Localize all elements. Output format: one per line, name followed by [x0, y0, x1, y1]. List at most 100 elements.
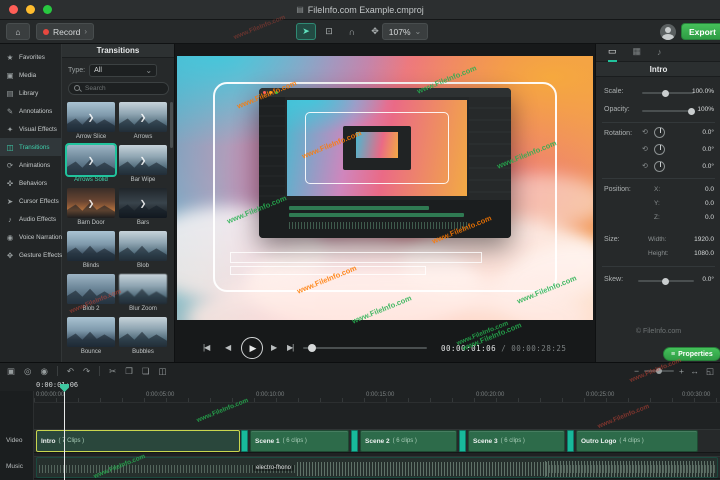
sidebar-item-transitions[interactable]: ◫ Transitions	[0, 138, 62, 156]
clip-scene-2[interactable]: Scene 2 ( 6 clips )	[360, 430, 457, 452]
canvas-zoom-dropdown[interactable]: 107% ⌄	[382, 23, 428, 40]
playhead[interactable]	[64, 384, 65, 480]
transition-label: Bars	[136, 220, 150, 226]
sidebar-item-favorites[interactable]: ★ Favorites	[0, 48, 62, 66]
clip-music[interactable]: electro-fhono	[36, 457, 718, 478]
skew-slider-handle[interactable]	[662, 277, 669, 285]
properties-tabs: ▭ ▦ ♪	[596, 44, 720, 62]
transition-item[interactable]: Bubbles	[119, 317, 167, 355]
timeline-zoom-slider[interactable]	[644, 368, 675, 374]
transition-item[interactable]: ❯ Arrows	[119, 102, 167, 140]
zoom-slider-handle[interactable]	[656, 368, 663, 374]
camera-icon[interactable]: ◎	[24, 366, 31, 377]
type-dropdown[interactable]: All ⌄	[89, 64, 158, 77]
cursor-effects-icon: ➤	[6, 196, 14, 206]
transition-item[interactable]: Blob	[119, 231, 167, 269]
transition-item[interactable]: Blob 2	[67, 274, 115, 312]
home-button[interactable]: ⌂	[6, 23, 30, 40]
sidebar-item-visual-effects[interactable]: ✦ Visual Effects	[0, 120, 62, 138]
account-avatar[interactable]	[660, 24, 676, 40]
fullscreen-window-button[interactable]	[43, 5, 52, 14]
scrubber-handle[interactable]	[308, 344, 316, 352]
zoom-fit-icon[interactable]: ↔	[690, 366, 699, 376]
sidebar-item-audio-effects[interactable]: ♪ Audio Effects	[0, 210, 62, 228]
play-button[interactable]: ▶	[241, 337, 263, 359]
search-input[interactable]	[85, 85, 165, 92]
screen-record-icon[interactable]: ▣	[7, 366, 15, 377]
position-x-value[interactable]: 0.0	[705, 186, 714, 193]
sidebar-item-behaviors[interactable]: ✜ Behaviors	[0, 174, 62, 192]
video-preview[interactable]	[177, 56, 593, 320]
properties-button[interactable]: ≡ Properties	[663, 347, 720, 361]
magnet-tool[interactable]: ∩	[342, 23, 362, 40]
transition-item[interactable]: Blinds	[67, 231, 115, 269]
tab-visual-properties[interactable]: ▭	[608, 44, 617, 62]
scale-slider[interactable]	[642, 89, 694, 97]
skew-slider[interactable]	[638, 277, 694, 285]
sidebar-item-cursor-effects[interactable]: ➤ Cursor Effects	[0, 192, 62, 210]
transition-item[interactable]: ❯ Barn Door	[67, 188, 115, 226]
transition-item[interactable]: Blur Zoom	[119, 274, 167, 312]
jump-to-start-button[interactable]: |◀	[203, 343, 210, 352]
sidebar-item-gesture-effects[interactable]: ✥ Gesture Effects	[0, 246, 62, 264]
sidebar-item-annotations[interactable]: ✎ Annotations	[0, 102, 62, 120]
transition-indicator[interactable]	[351, 430, 358, 452]
export-button[interactable]: Export ⌄	[681, 23, 720, 40]
rotation-dial-y[interactable]	[654, 144, 665, 155]
ruler-label: 0:00:20:00	[476, 392, 505, 398]
transition-item-selected[interactable]: ❯ Arrows Solid	[65, 143, 117, 183]
rotation-dial-z[interactable]	[654, 127, 665, 138]
transition-indicator[interactable]	[241, 430, 248, 452]
tab-media-properties[interactable]: ▦	[633, 44, 642, 62]
paste-button[interactable]: ❏	[142, 366, 150, 377]
cut-button[interactable]: ✂	[109, 366, 116, 377]
sidebar-item-media[interactable]: ▣ Media	[0, 66, 62, 84]
opacity-slider[interactable]	[642, 107, 695, 115]
timeline-ruler[interactable]: 0:00:00:00 0:00:05:00 0:00:10:00 0:00:15…	[34, 391, 720, 403]
clip-scene-1[interactable]: Scene 1 ( 6 clips )	[250, 430, 349, 452]
transition-item[interactable]: ❯ Bars	[119, 188, 167, 226]
opacity-slider-handle[interactable]	[688, 107, 695, 115]
detach-timeline-icon[interactable]: ◱	[706, 366, 714, 377]
transition-indicator[interactable]	[459, 430, 466, 452]
jump-to-end-button[interactable]: ▶|	[287, 343, 294, 352]
properties-icon: ≡	[671, 350, 676, 358]
clip-outro-logo[interactable]: Outro Logo ( 4 clips )	[576, 430, 698, 452]
redo-button[interactable]: ↷	[83, 366, 90, 377]
rotation-dial-x[interactable]	[654, 161, 665, 172]
zoom-out-icon[interactable]: −	[634, 366, 639, 376]
transition-indicator[interactable]	[567, 430, 574, 452]
clip-label: Scene 1	[255, 437, 280, 445]
panel-scrollbar[interactable]	[170, 102, 173, 148]
width-value[interactable]: 1920.0	[694, 236, 714, 243]
clip-scene-3[interactable]: Scene 3 ( 6 clips )	[468, 430, 565, 452]
rotation-value-y: 0.0°	[702, 146, 714, 153]
clip-intro[interactable]: Intro ( 7 Clips )	[36, 430, 240, 452]
copy-button[interactable]: ❐	[125, 366, 133, 377]
position-z-value[interactable]: 0.0	[705, 214, 714, 221]
microphone-icon[interactable]: ◉	[40, 366, 47, 377]
transition-item[interactable]: Bounce	[67, 317, 115, 355]
transition-thumbnail: ❯	[65, 143, 117, 177]
sidebar-item-library[interactable]: ▤ Library	[0, 84, 62, 102]
sidebar-item-voice-narration[interactable]: ◉ Voice Narration	[0, 228, 62, 246]
zoom-in-icon[interactable]: +	[679, 366, 684, 376]
edit-cursor-tool[interactable]: ➤	[296, 23, 316, 40]
step-forward-button[interactable]: ▶	[271, 343, 277, 352]
position-y-value[interactable]: 0.0	[705, 200, 714, 207]
undo-button[interactable]: ↶	[67, 366, 74, 377]
step-back-button[interactable]: ◀	[225, 343, 231, 352]
tab-audio-properties[interactable]: ♪	[657, 44, 662, 62]
transition-item[interactable]: ❯ Bar Wipe	[119, 145, 167, 183]
close-window-button[interactable]	[9, 5, 18, 14]
search-box[interactable]	[68, 82, 169, 95]
height-value[interactable]: 1080.0	[694, 250, 714, 257]
record-button[interactable]: Record ›	[36, 23, 95, 40]
minimize-window-button[interactable]	[26, 5, 35, 14]
crop-tool[interactable]: ⊡	[319, 23, 339, 40]
scale-slider-handle[interactable]	[662, 89, 669, 97]
sidebar-item-animations[interactable]: ⟳ Animations	[0, 156, 62, 174]
playback-scrubber[interactable]	[303, 344, 427, 352]
transition-item[interactable]: ❯ Arrow Slice	[67, 102, 115, 140]
split-button[interactable]: ◫	[159, 366, 167, 377]
